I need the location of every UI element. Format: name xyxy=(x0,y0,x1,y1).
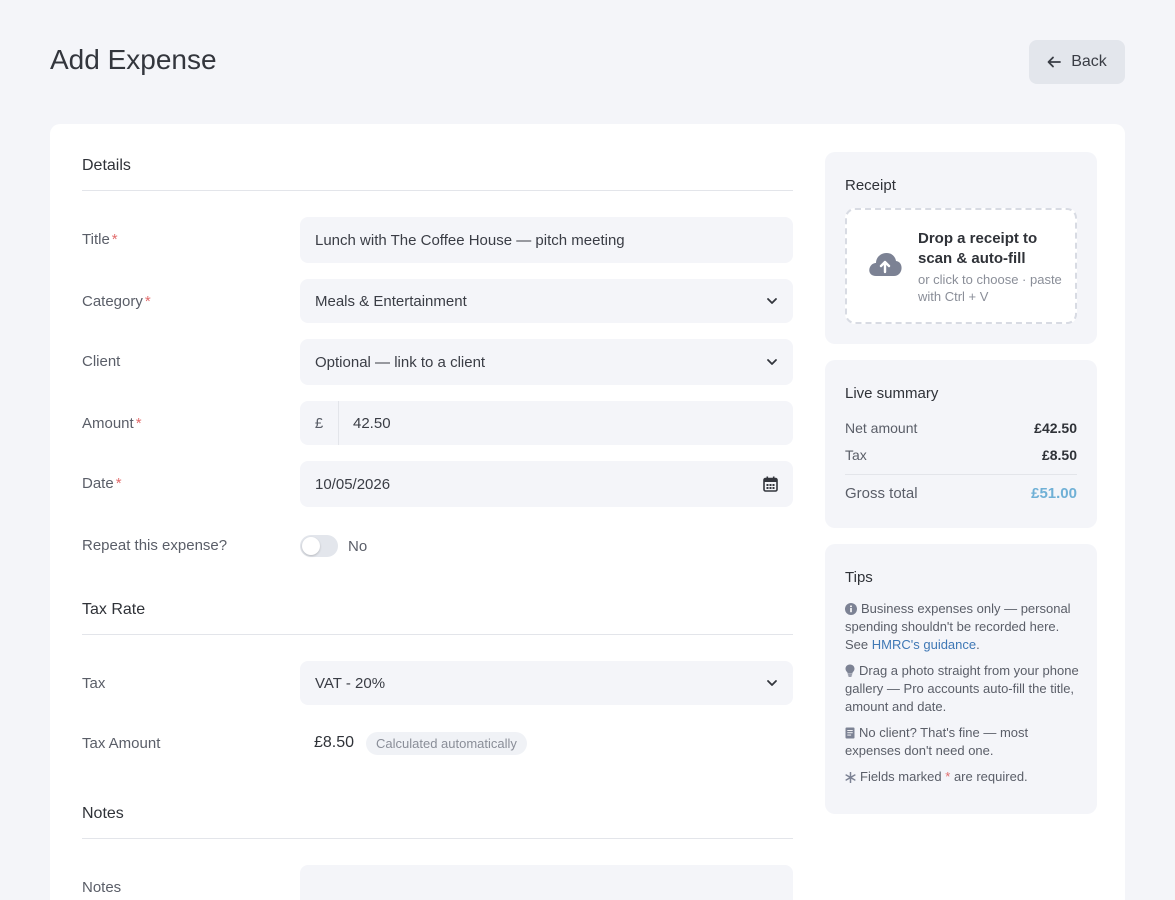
notes-textarea[interactable] xyxy=(300,865,793,900)
toggle-knob xyxy=(302,537,320,555)
chevron-down-icon xyxy=(767,298,777,304)
category-label: Category * xyxy=(82,293,151,310)
title-input-value: Lunch with The Coffee House — pitch meet… xyxy=(315,231,625,249)
cloud-upload-icon xyxy=(869,253,902,276)
gross-total-row: Gross total £51.00 xyxy=(845,485,1077,502)
calendar-icon[interactable] xyxy=(763,476,778,492)
required-mark: * xyxy=(945,769,951,784)
tip-drag-photo: Drag a photo straight from your phone ga… xyxy=(845,663,1079,714)
asterisk-icon xyxy=(845,772,856,783)
receipt-dropzone[interactable]: Drop a receipt to scan & auto-fill or cl… xyxy=(845,208,1077,324)
back-button-label: Back xyxy=(1071,53,1107,70)
live-summary-title: Live summary xyxy=(845,385,939,402)
required-mark: * xyxy=(111,231,118,248)
page-title: Add Expense xyxy=(50,44,217,75)
client-select[interactable]: Optional — link to a client xyxy=(300,339,793,385)
tip-required-fields: Fields marked * are required. xyxy=(845,768,1080,786)
tip-no-client: No client? That's fine — most expenses d… xyxy=(845,725,1029,758)
tax-select[interactable]: VAT - 20% xyxy=(300,661,793,705)
client-select-value: Optional — link to a client xyxy=(315,353,486,371)
document-icon xyxy=(845,727,855,739)
dropzone-title: Drop a receipt to scan & auto-fill xyxy=(918,230,1038,267)
chevron-down-icon xyxy=(767,680,777,686)
tip-business-expenses: Business expenses only — personal spendi… xyxy=(845,601,1071,652)
receipt-title: Receipt xyxy=(845,177,896,194)
back-button[interactable]: Back xyxy=(1029,40,1125,84)
hmrc-guidance-link[interactable]: HMRC's guidance xyxy=(872,637,976,652)
date-input[interactable]: 10/05/2026 xyxy=(300,461,793,507)
client-label: Client xyxy=(82,353,121,370)
gross-total-value: £51.00 xyxy=(1031,485,1077,502)
lightbulb-icon xyxy=(845,664,855,677)
repeat-label: Repeat this expense? xyxy=(82,537,228,554)
amount-input[interactable]: £ 42.50 xyxy=(300,401,793,445)
date-label: Date * xyxy=(82,475,122,492)
arrow-left-icon xyxy=(1047,56,1062,68)
tips-title: Tips xyxy=(845,569,873,586)
repeat-toggle-state: No xyxy=(348,538,368,555)
calculated-automatically-badge: Calculated automatically xyxy=(366,732,527,755)
required-mark: * xyxy=(144,293,151,310)
notes-heading: Notes xyxy=(82,805,793,839)
live-summary-panel: Live summary Net amount £42.50 Tax £8.50… xyxy=(825,360,1097,528)
notes-label: Notes xyxy=(82,879,122,896)
tax-select-value: VAT - 20% xyxy=(315,674,386,692)
tax-label: Tax xyxy=(82,675,106,692)
tax-amount-label: Tax Amount xyxy=(82,735,161,752)
net-amount-row: Net amount £42.50 xyxy=(845,420,1077,436)
tax-rate-heading: Tax Rate xyxy=(82,601,793,635)
net-amount-value: £42.50 xyxy=(1034,420,1077,436)
net-amount-label: Net amount xyxy=(845,420,918,436)
summary-divider xyxy=(845,474,1077,475)
date-input-value: 10/05/2026 xyxy=(315,475,391,493)
amount-label: Amount * xyxy=(82,415,142,432)
tax-row: Tax £8.50 xyxy=(845,447,1077,463)
category-select-value: Meals & Entertainment xyxy=(315,292,467,310)
tax-amount-value: £8.50 xyxy=(314,734,355,751)
chevron-down-icon xyxy=(767,359,777,365)
amount-input-value: 42.50 xyxy=(353,414,391,432)
receipt-panel: Receipt Drop a receipt to scan & auto-fi… xyxy=(825,152,1097,344)
dropzone-subtitle: or click to choose · paste with Ctrl + V xyxy=(918,272,1062,304)
info-icon xyxy=(845,603,857,615)
gross-total-label: Gross total xyxy=(845,485,918,502)
category-select[interactable]: Meals & Entertainment xyxy=(300,279,793,323)
required-mark: * xyxy=(135,415,142,432)
summary-tax-label: Tax xyxy=(845,447,867,463)
title-input[interactable]: Lunch with The Coffee House — pitch meet… xyxy=(300,217,793,263)
details-heading: Details xyxy=(82,157,793,191)
summary-tax-value: £8.50 xyxy=(1041,447,1077,463)
currency-prefix: £ xyxy=(300,401,339,445)
tips-panel: Tips Business expenses only — personal s… xyxy=(825,544,1097,814)
required-mark: * xyxy=(115,475,122,492)
title-label: Title * xyxy=(82,231,118,248)
repeat-toggle[interactable] xyxy=(300,535,338,557)
